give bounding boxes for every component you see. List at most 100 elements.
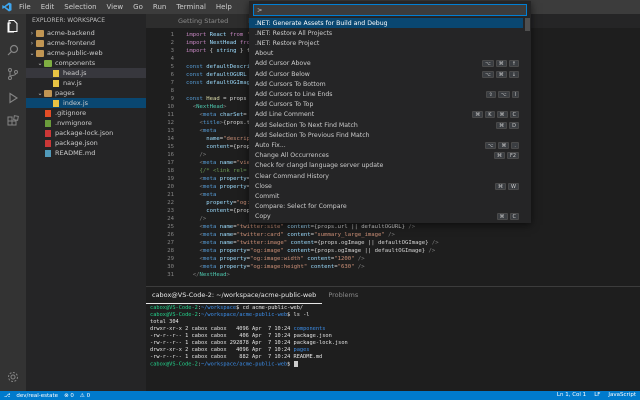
command-label: Add Cursors To Top [255, 101, 314, 109]
menu-items: File Edit Selection View Go Run Terminal Help [14, 0, 237, 14]
language-mode[interactable]: JavaScript [608, 391, 636, 400]
code-token: name [219, 160, 234, 166]
command-item[interactable]: Auto Fix... ⌥ ⌘. [249, 140, 523, 150]
menu-item-selection[interactable]: Selection [59, 0, 101, 14]
code-token: name [219, 232, 234, 238]
menu-item-edit[interactable]: Edit [36, 0, 60, 14]
extensions-icon[interactable] [5, 114, 21, 130]
command-item[interactable]: Commit [249, 191, 523, 201]
explorer-icon[interactable] [5, 18, 21, 34]
command-label: .NET: Restore Project [255, 39, 320, 47]
code-token: defaultDescri [206, 64, 250, 70]
menu-item-help[interactable]: Help [211, 0, 237, 14]
key-cap: I [511, 90, 519, 98]
tree-item-label: .gitignore [55, 109, 87, 117]
code-token: meta [202, 176, 220, 182]
command-item[interactable]: .NET: Restore Project [249, 38, 523, 48]
key-cap: C [509, 111, 519, 119]
command-item[interactable]: Change All Occurrences ⌘ F2 [249, 151, 523, 161]
command-item[interactable]: Clear Command History [249, 171, 523, 181]
code-token: meta [202, 232, 220, 238]
terminal-line: -rw-r--r-- 1 cabox cabox 882 Apr 7 10:24… [150, 354, 322, 361]
tree-item[interactable]: index.js [26, 98, 146, 108]
code-token: meta [202, 256, 220, 262]
tree-item[interactable]: › acme-frontend [26, 38, 146, 48]
command-item[interactable]: Add Cursors To Top [249, 100, 523, 110]
command-item[interactable]: Add Cursor Above ⌥ ⌘ ↑ [249, 59, 523, 69]
cursor-position[interactable]: Ln 1, Col 1 [557, 391, 586, 400]
code-text: {/* <link rel= [186, 167, 246, 175]
tree-item[interactable]: ⌄ components [26, 58, 146, 68]
tree-item[interactable]: › acme-backend [26, 28, 146, 38]
tree-item[interactable]: head.js [26, 68, 146, 78]
chevron-icon: ⌄ [37, 59, 43, 67]
tree-item[interactable]: .nvmignore [26, 118, 146, 128]
tree-item[interactable]: ⌄ acme-public-web [26, 48, 146, 58]
command-item[interactable]: About [249, 49, 523, 59]
terminal-token: ~/workspace/acme-public-web [201, 312, 288, 318]
command-item[interactable]: Add Line Comment ⌘ K ⌘ C [249, 110, 523, 120]
settings-gear-icon[interactable] [5, 369, 21, 385]
command-item[interactable]: Add Selection To Next Find Match ⌘ D [249, 120, 523, 130]
warning-count[interactable]: ⚠ 0 [80, 393, 90, 399]
menu-item-view[interactable]: View [102, 0, 129, 14]
code-token: </ [192, 272, 200, 278]
code-token: const [186, 96, 207, 102]
command-item[interactable]: Add Cursor Below ⌥ ⌘ ↓ [249, 69, 523, 79]
line-ending[interactable]: LF [594, 391, 600, 400]
palette-scrollbar[interactable] [525, 18, 530, 31]
code-text: const defaultOGURL [186, 71, 247, 79]
code-token: "og:image:height" [250, 264, 311, 270]
tab-getting-started[interactable]: Getting Started [146, 14, 239, 28]
search-icon[interactable] [5, 42, 21, 58]
line-number: 23 [167, 208, 174, 214]
command-item[interactable]: Close ⌘ W [249, 181, 523, 191]
command-item[interactable]: Add Selection To Previous Find Match [249, 130, 523, 140]
command-item[interactable]: Add Cursors To Bottom [249, 79, 523, 89]
command-item[interactable]: Add Cursors to Line Ends ⇧ ⌥ I [249, 89, 523, 99]
menu-item-file[interactable]: File [14, 0, 36, 14]
code-token: property [219, 184, 247, 190]
code-token: title [202, 120, 220, 126]
command-item[interactable]: Copy ⌘ C [249, 212, 523, 222]
terminal-token: ~/workspace [201, 305, 237, 311]
code-token: meta [202, 248, 220, 254]
tree-item[interactable]: nav.js [26, 78, 146, 88]
terminal-line: drwxr-xr-x 2 cabox cabox 4096 Apr 7 10:2… [150, 347, 309, 354]
command-label: Add Cursor Below [255, 70, 310, 78]
tree-item[interactable]: package.json [26, 138, 146, 148]
code-text: const defaultDescri [186, 63, 250, 71]
code-token: const [186, 80, 207, 86]
command-item[interactable]: .NET: Restore All Projects [249, 28, 523, 38]
tree-item[interactable]: .gitignore [26, 108, 146, 118]
tree-item[interactable]: package-lock.json [26, 128, 146, 138]
error-count[interactable]: ⊗ 0 [64, 393, 74, 399]
keybinding: ⌘ C [495, 213, 519, 221]
code-token: React [209, 32, 230, 38]
menu-item-terminal[interactable]: Terminal [171, 0, 211, 14]
command-item[interactable]: Check for clangd language server update [249, 161, 523, 171]
activity-bar [0, 14, 26, 391]
run-debug-icon[interactable] [5, 90, 21, 106]
menu-item-go[interactable]: Go [128, 0, 148, 14]
command-palette-input[interactable] [253, 4, 527, 16]
command-item[interactable]: .NET: Generate Assets for Build and Debu… [249, 18, 523, 29]
menu-item-run[interactable]: Run [148, 0, 171, 14]
branch-name[interactable]: dev/real-estate [16, 393, 58, 399]
line-number: 26 [167, 232, 174, 238]
tab-problems[interactable]: Problems [322, 287, 364, 303]
tree-item[interactable]: ⌄ pages [26, 88, 146, 98]
tree-item-label: acme-backend [47, 29, 95, 37]
source-control-icon[interactable] [5, 66, 21, 82]
command-item[interactable]: Compare: Select for Compare [249, 202, 523, 212]
code-token: /> [357, 256, 365, 262]
code-text: <meta name="twitter:site" content={props… [186, 223, 415, 231]
command-label: Commit [255, 192, 280, 200]
tab-terminal[interactable]: cabox@VS-Code-2: ~/workspace/acme-public… [146, 287, 323, 304]
tree-item[interactable]: README.md [26, 148, 146, 158]
